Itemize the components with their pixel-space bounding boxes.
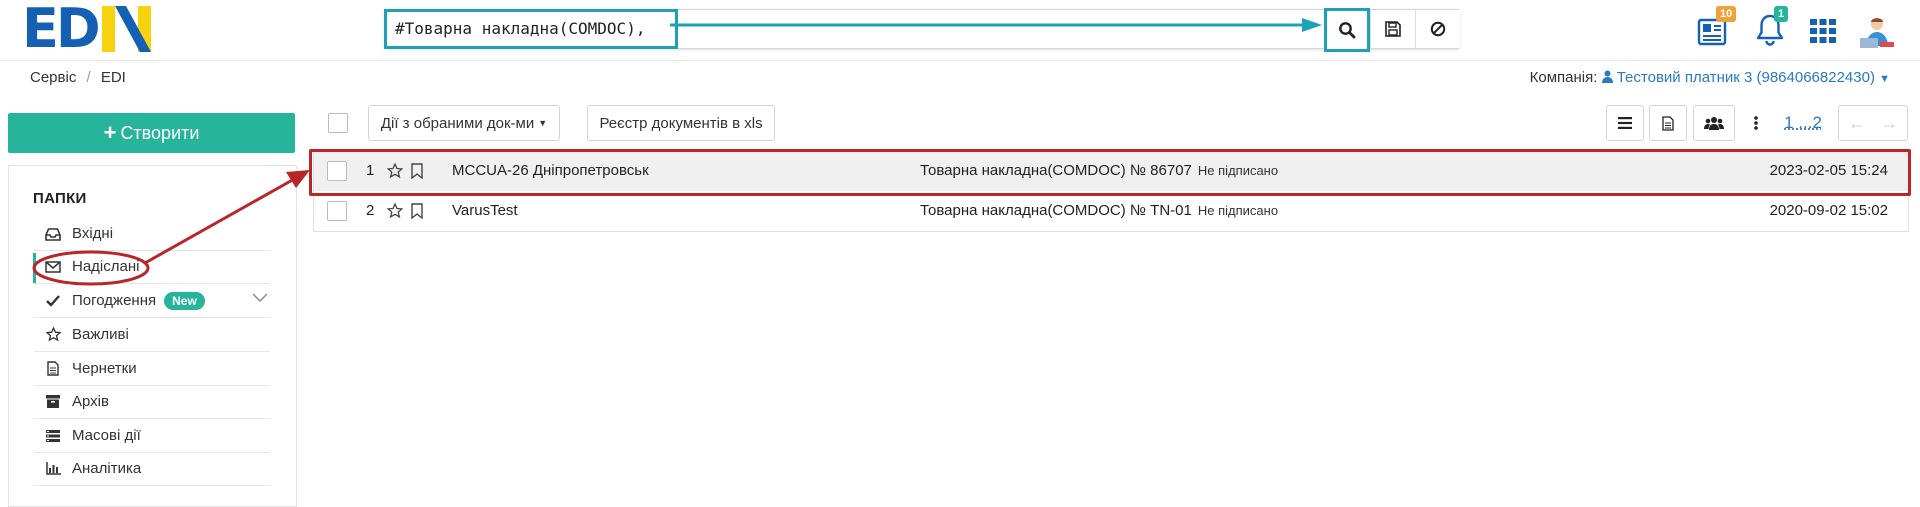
company-selector[interactable]: Компанія: Тестовий платник 3 (9864066822…: [1530, 69, 1890, 86]
document-info[interactable]: Товарна накладна(COMDOC) № TN-01 Не підпи…: [920, 191, 1278, 231]
breadcrumb: Сервіс / EDI: [30, 69, 132, 86]
notifications-count-badge: 1: [1774, 6, 1788, 22]
row-number: 2: [366, 191, 374, 231]
more-options-button[interactable]: [1742, 105, 1770, 141]
file-icon: [44, 361, 62, 376]
sidebar-item-label: Надіслані: [72, 258, 139, 275]
plus-icon: +: [104, 120, 117, 146]
list-icon: [44, 430, 62, 442]
document-status: Не підписано: [1198, 203, 1278, 218]
group-view-button[interactable]: [1693, 105, 1735, 141]
star-icon: [44, 327, 62, 342]
pager-buttons: ← →: [1838, 105, 1908, 141]
search-input[interactable]: #Товарна накладна(COMDOC),: [384, 9, 678, 49]
caret-down-icon: ▼: [538, 118, 547, 128]
sidebar-item-sent[interactable]: Надіслані: [34, 250, 270, 284]
sidebar-item-archive[interactable]: Архів: [34, 385, 270, 419]
search-icon: [1338, 21, 1356, 39]
sidebar-item-approval[interactable]: Погодження New: [34, 284, 270, 318]
sidebar-item-label: Архів: [72, 393, 109, 410]
envelope-icon: [44, 261, 62, 273]
caret-down-icon: ▼: [1879, 73, 1890, 85]
clear-search-button[interactable]: [1415, 10, 1460, 48]
sidebar-item-label: Чернетки: [72, 360, 137, 377]
create-label: Створити: [120, 123, 199, 144]
news-count-badge: 10: [1716, 6, 1736, 22]
sidebar-item-inbox[interactable]: Вхідні: [34, 217, 270, 251]
list-view-button[interactable]: [1606, 105, 1644, 141]
breadcrumb-item-service[interactable]: Сервіс: [30, 69, 76, 86]
chevron-down-icon[interactable]: [252, 293, 268, 303]
bulk-actions-dropdown[interactable]: Дії з обраними док-ми ▼: [368, 105, 560, 141]
edin-logo[interactable]: ED: [22, 4, 154, 54]
export-xls-button[interactable]: Реєстр документів в xls: [587, 105, 775, 141]
company-label: Компанія:: [1530, 69, 1598, 86]
avatar: [1858, 12, 1898, 52]
highlight-first-row: [309, 149, 1911, 196]
document-date: 2020-09-02 15:02: [1770, 191, 1888, 231]
sidebar-item-bulk-actions[interactable]: Масові дії: [34, 419, 270, 453]
sidebar-item-label: Важливі: [72, 326, 129, 343]
pagination-label: 1 ...2: [1784, 113, 1822, 133]
news-button[interactable]: 10: [1694, 8, 1734, 52]
pagination[interactable]: 1 ...2: [1777, 105, 1829, 141]
apps-grid-button[interactable]: [1808, 8, 1844, 52]
users-icon: [1704, 116, 1724, 130]
archive-icon: [44, 395, 62, 408]
sidebar-item-analytics[interactable]: Аналітика: [34, 452, 270, 486]
search-button[interactable]: [1324, 8, 1370, 52]
sidebar-item-label: Вхідні: [72, 225, 113, 242]
sidebar-item-drafts[interactable]: Чернетки: [34, 352, 270, 386]
document-view-button[interactable]: [1649, 105, 1687, 141]
export-label: Реєстр документів в xls: [599, 115, 762, 132]
table-row[interactable]: 2 VarusTest Товарна накладна(COMDOC) № T…: [314, 191, 1908, 231]
user-icon: [1602, 69, 1617, 86]
sidebar-item-label: Аналітика: [72, 460, 141, 477]
file-text-icon: [1662, 116, 1674, 131]
row-checkbox[interactable]: [327, 201, 347, 221]
inbox-icon: [44, 227, 62, 241]
new-badge: New: [164, 292, 205, 310]
ban-icon: [1430, 21, 1446, 37]
sidebar-item-important[interactable]: Важливі: [34, 318, 270, 352]
bookmark-icon[interactable]: [411, 203, 423, 219]
prev-page-icon[interactable]: ←: [1848, 113, 1866, 134]
bar-chart-icon: [44, 462, 62, 475]
bars-icon: [1618, 117, 1632, 129]
notifications-button[interactable]: 1: [1754, 8, 1794, 52]
check-icon: [44, 295, 62, 307]
more-vertical-icon: [1754, 116, 1758, 130]
save-icon: [1385, 21, 1401, 37]
breadcrumb-separator: /: [87, 69, 91, 86]
bulk-actions-label: Дії з обраними док-ми: [381, 115, 534, 132]
next-page-icon[interactable]: →: [1880, 113, 1898, 134]
top-header: ED #Товарна накладна(COMDOC), 10 1: [0, 0, 1920, 61]
select-all-checkbox[interactable]: [328, 113, 348, 133]
apps-grid-icon: [1808, 16, 1844, 46]
save-search-button[interactable]: [1370, 10, 1415, 48]
breadcrumb-item-edi[interactable]: EDI: [101, 69, 126, 86]
partner-name: VarusTest: [452, 191, 518, 231]
create-button[interactable]: + Створити: [8, 113, 295, 153]
folders-title: ПАПКИ: [33, 190, 87, 207]
sidebar-item-label: Погодження: [72, 292, 156, 309]
sidebar-item-label: Масові дії: [72, 427, 141, 444]
star-icon[interactable]: [387, 203, 403, 219]
document-type: Товарна накладна(COMDOC) № TN-01: [920, 202, 1192, 219]
company-name[interactable]: Тестовий платник 3 (9864066822430): [1617, 69, 1875, 86]
user-avatar[interactable]: [1858, 8, 1898, 52]
